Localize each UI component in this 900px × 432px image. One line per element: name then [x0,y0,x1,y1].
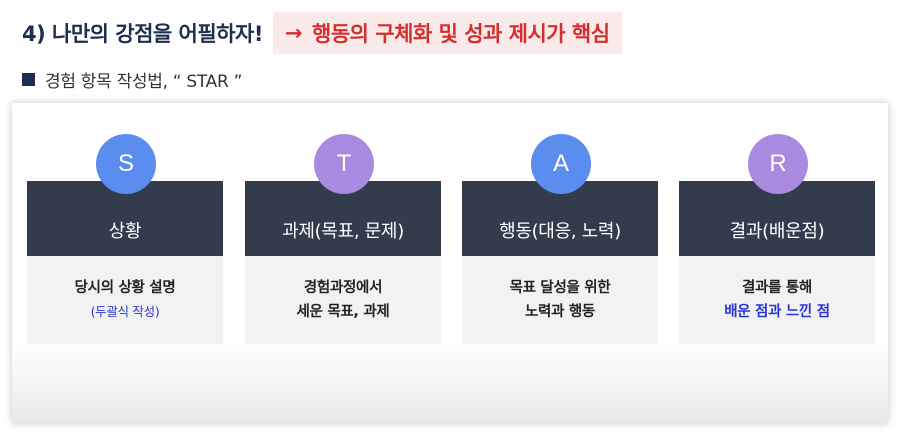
subtitle-text: 경험 항목 작성법, “ STAR ” [45,72,243,92]
card-body-line-2: 세운 목표, 과제 [296,304,390,320]
letter-circle-a: A [531,134,591,194]
card-body-line-1: 결과를 통해 [742,280,812,296]
card-body-line-2: 배운 점과 느낀 점 [724,304,830,320]
card-body-line-1: 경험과정에서 [303,280,383,296]
card-body-line-1: 당시의 상황 설명 [74,280,176,296]
card-body: 목표 달성을 위한 노력과 행동 [462,256,658,344]
star-panel: S 상황 당시의 상황 설명 (두괄식 작성) T 과제(목표, 문제) 경험과… [12,103,888,423]
page-title: 4) 나만의 강점을 어필하자! [22,22,263,46]
letter-circle-s: S [96,134,156,194]
card-body: 결과를 통해 배운 점과 느낀 점 [679,256,875,344]
letter-circle-r: R [748,134,808,194]
arrow-right-icon: → [284,21,303,45]
card-body-line-2: 노력과 행동 [525,304,595,320]
title-row: 4) 나만의 강점을 어필하자! → 행동의 구체화 및 성과 제시가 핵심 [22,12,622,54]
key-point-banner: → 행동의 구체화 및 성과 제시가 핵심 [272,12,622,54]
card-heading-text: 결과(배운점) [729,221,825,242]
card-body: 당시의 상황 설명 (두괄식 작성) [27,256,223,344]
card-heading-text: 상황 [108,221,142,242]
card-body: 경험과정에서 세운 목표, 과제 [245,256,441,344]
square-bullet-icon [22,73,35,86]
card-body-line-2: (두괄식 작성) [90,304,160,319]
card-body-line-1: 목표 달성을 위한 [509,280,611,296]
panel-shade [12,343,888,423]
card-heading-text: 과제(목표, 문제) [282,221,404,242]
card-heading-text: 행동(대응, 노력) [499,221,621,242]
key-point-text: 행동의 구체화 및 성과 제시가 핵심 [312,22,610,46]
section-subtitle: 경험 항목 작성법, “ STAR ” [22,67,242,92]
letter-circle-t: T [314,134,374,194]
